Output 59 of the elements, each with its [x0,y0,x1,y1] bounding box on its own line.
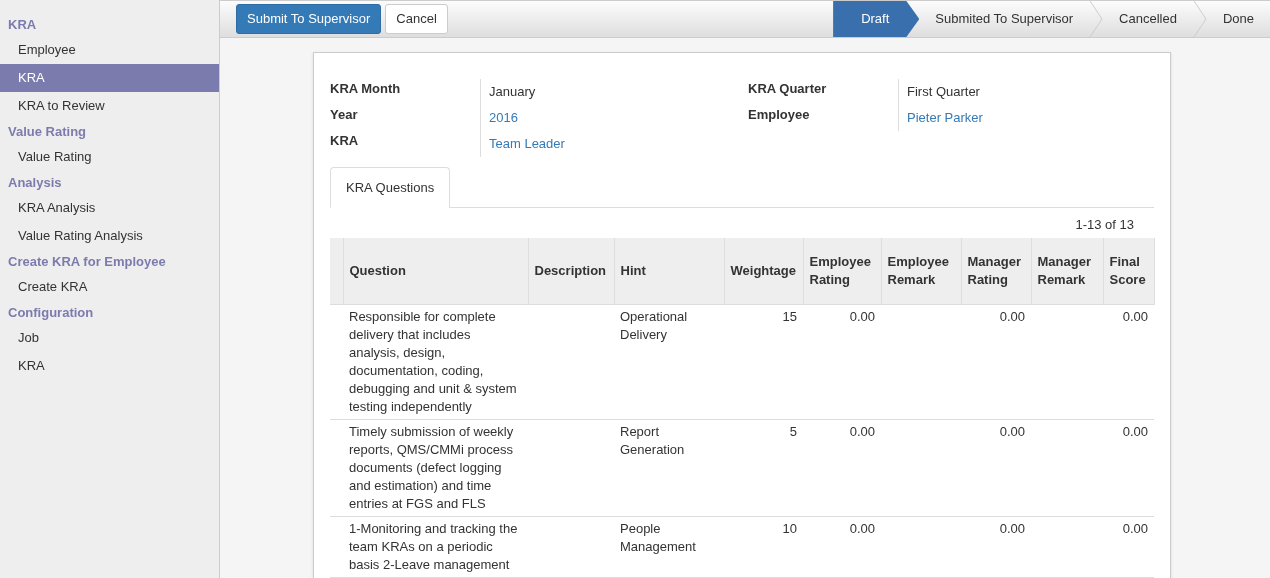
column-header[interactable]: Description [534,261,608,280]
tab[interactable]: KRA Questions [330,167,451,208]
sidebar-heading: Analysis [7,174,63,192]
cancel-button[interactable]: Cancel [385,4,448,34]
status-step[interactable]: Draft [833,1,920,37]
sidebar-item[interactable]: KRA [0,64,219,92]
table-cell: 0.00 [849,423,875,439]
table-cell: 5 [789,423,797,439]
field-label: KRA [330,132,360,150]
sidebar-item[interactable]: Job [0,324,219,352]
table-cell: 10 [782,520,797,536]
table-cell: Responsible for complete delivery that includes analysis, design, documentation, coding, debugging and unit & system testing independently [349,308,517,414]
column-header[interactable]: Employee Remark [887,252,955,289]
field-link[interactable]: Team Leader [489,136,565,151]
column-header[interactable]: Manager Rating [967,252,1025,289]
table-cell: People Management [620,520,696,554]
field-value: First Quarter [907,84,980,99]
sidebar-item[interactable]: Employee [0,36,219,64]
table-cell: 0.00 [849,308,875,324]
sidebar-item[interactable]: KRA [0,352,219,380]
column-header[interactable]: Hint [620,261,718,280]
sidebar-item[interactable]: Value Rating Analysis [0,222,219,250]
submit-button[interactable]: Submit To Supervisor [236,4,382,34]
field-label: KRA Month [330,80,402,98]
sidebar-item[interactable]: KRA Analysis [0,194,219,222]
field-label: Employee [748,106,811,124]
column-header[interactable]: Final Score [1109,252,1148,289]
field-link[interactable]: 2016 [489,110,518,125]
table-cell: 0.00 [999,308,1025,324]
table-cell: Timely submission of weekly reports, QMS/CMMi process documents (defect logging and estimation) and time entries at FGS and FLS [349,423,514,511]
field-value: January [489,84,536,99]
field-link[interactable]: Pieter Parker [907,110,983,125]
status-step[interactable]: Done [1206,1,1270,37]
column-header[interactable]: Weightage [730,261,797,280]
table-cell: 0.00 [999,520,1025,536]
field-label: KRA Quarter [748,80,828,98]
table-cell: 15 [782,308,797,324]
column-header[interactable]: Manager Remark [1037,252,1097,289]
table-cell: Operational Delivery [620,308,688,342]
sidebar-heading: Value Rating [7,123,88,141]
field-label: Year [330,106,359,124]
table-cell: Report Generation [620,423,685,457]
table-cell: 0.00 [999,423,1025,439]
table-cell: 1-Monitoring and tracking the team KRAs on a periodic basis 2-Leave management [349,520,518,572]
sidebar-heading: Configuration [7,304,95,322]
pager-text: 1-13 of 13 [1075,216,1134,234]
sidebar-item[interactable]: Value Rating [0,143,219,171]
table-cell: 0.00 [1122,308,1148,324]
sidebar-item[interactable]: KRA to Review [0,92,219,120]
sidebar-item[interactable]: Create KRA [0,273,219,301]
status-step[interactable]: Cancelled [1103,1,1193,37]
table-cell: 0.00 [1122,423,1148,439]
table-cell: 0.00 [849,520,875,536]
status-step[interactable]: Submited To Supervisor [919,1,1090,37]
table-cell: 0.00 [1122,520,1148,536]
column-header[interactable]: Question [349,261,522,280]
sidebar-heading: Create KRA for Employee [7,253,167,271]
column-header[interactable]: Employee Rating [809,252,875,289]
sidebar-heading: KRA [7,16,38,34]
